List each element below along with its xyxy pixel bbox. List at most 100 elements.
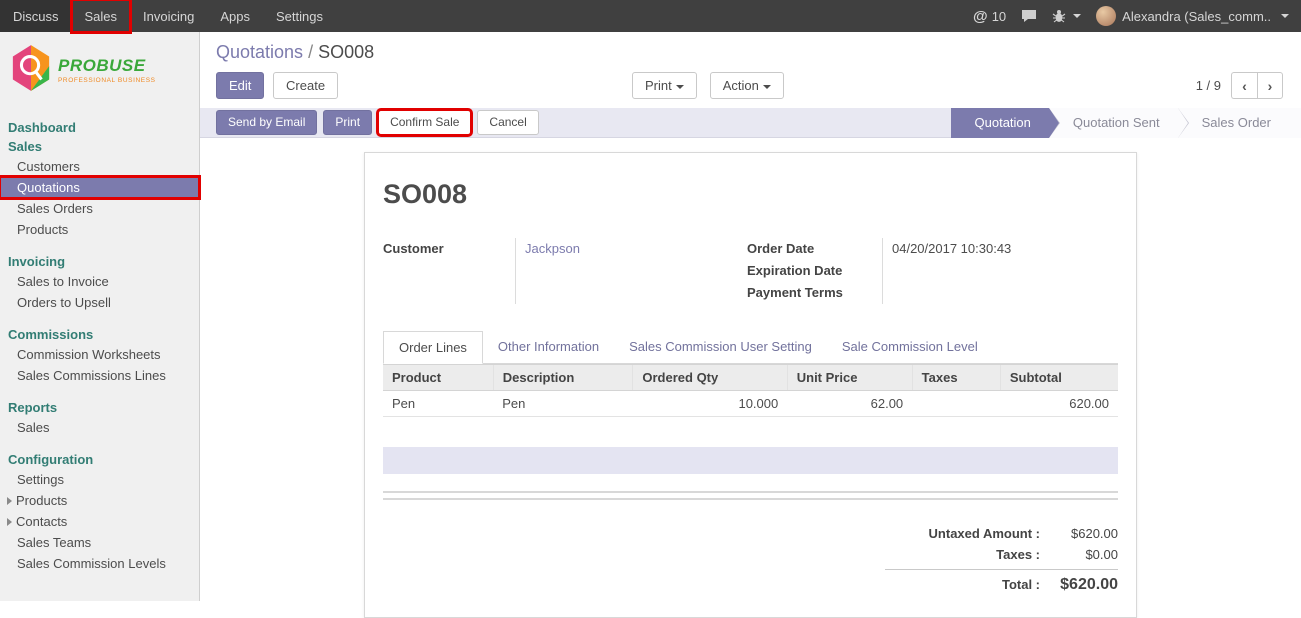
column-header-unit-price[interactable]: Unit Price [787, 365, 912, 391]
sidebar-item-reports-sales[interactable]: Sales [0, 417, 199, 438]
column-header-taxes[interactable]: Taxes [912, 365, 1000, 391]
order-lines-table: Product Description Ordered Qty Unit Pri… [383, 364, 1118, 417]
topbar-item-sales[interactable]: Sales [72, 0, 131, 32]
caret-down-icon [763, 85, 771, 89]
sidebar-section-commissions[interactable]: Commissions [0, 325, 199, 344]
app-logo: PROBUSE PROFESSIONAL BUSINESS [0, 32, 199, 104]
logo-icon [10, 45, 52, 94]
activities-menu[interactable]: @ 10 [973, 8, 1006, 25]
main-panel: Quotations/SO008 Edit Create Print Actio… [200, 32, 1301, 601]
sidebar-item-label: Products [16, 493, 67, 508]
pager-buttons: ‹ › [1231, 72, 1283, 99]
caret-down-icon [1281, 14, 1289, 18]
section-band [383, 447, 1118, 474]
status-pipeline: Quotation Quotation Sent Sales Order [951, 108, 1301, 138]
print-dropdown[interactable]: Print [632, 72, 697, 99]
print-button[interactable]: Print [323, 110, 372, 135]
sidebar-section-reports[interactable]: Reports [0, 398, 199, 417]
total-label: Total : [885, 577, 1040, 592]
sidebar-item-sales-orders[interactable]: Sales Orders [0, 198, 199, 219]
sidebar-item-contacts[interactable]: Contacts [0, 511, 199, 532]
pager-next-button[interactable]: › [1257, 72, 1283, 99]
table-header-row: Product Description Ordered Qty Unit Pri… [383, 365, 1118, 391]
column-header-subtotal[interactable]: Subtotal [1000, 365, 1118, 391]
order-date-value: 04/20/2017 10:30:43 [882, 238, 1118, 260]
pager: 1 / 9 ‹ › [1196, 72, 1283, 99]
print-dropdown-label: Print [645, 78, 672, 93]
expiration-date-label: Expiration Date [747, 260, 882, 282]
sidebar-item-products[interactable]: Products [0, 219, 199, 240]
field-groups: Customer Jackpson Order Date 04/20/2017 … [383, 238, 1118, 304]
sidebar-item-sales-teams[interactable]: Sales Teams [0, 532, 199, 553]
sidebar-item-dashboard[interactable]: Dashboard [0, 118, 199, 137]
separator-line [383, 498, 1118, 500]
breadcrumb-quotations[interactable]: Quotations [216, 42, 303, 62]
table-row[interactable]: Pen Pen 10.000 62.00 620.00 [383, 391, 1118, 417]
sidebar-item-settings[interactable]: Settings [0, 469, 199, 490]
topbar-item-apps[interactable]: Apps [207, 0, 263, 32]
tab-order-lines[interactable]: Order Lines [383, 331, 483, 364]
topbar-item-invoicing[interactable]: Invoicing [130, 0, 207, 32]
quotation-sheet: SO008 Customer Jackpson Order Date 04/20… [364, 152, 1137, 618]
chevron-right-icon [7, 497, 12, 505]
content-area: SO008 Customer Jackpson Order Date 04/20… [200, 138, 1301, 618]
status-step-quotation[interactable]: Quotation [951, 108, 1049, 138]
breadcrumb-separator: / [308, 42, 313, 62]
activities-icon: @ [973, 8, 988, 25]
sidebar-section-sales[interactable]: Sales [0, 137, 199, 156]
cell-ordered-qty: 10.000 [633, 391, 787, 417]
sidebar-item-orders-to-upsell[interactable]: Orders to Upsell [0, 292, 199, 313]
pager-previous-button[interactable]: ‹ [1231, 72, 1257, 99]
sidebar-section-invoicing[interactable]: Invoicing [0, 252, 199, 271]
sidebar-item-customers[interactable]: Customers [0, 156, 199, 177]
create-button[interactable]: Create [273, 72, 338, 99]
sidebar-item-sales-commission-levels[interactable]: Sales Commission Levels [0, 553, 199, 574]
sidebar-item-sales-commissions-lines[interactable]: Sales Commissions Lines [0, 365, 199, 386]
avatar [1096, 6, 1116, 26]
logo-text: PROBUSE PROFESSIONAL BUSINESS [58, 56, 156, 84]
sidebar-item-products-config[interactable]: Products [0, 490, 199, 511]
taxes-total-value: $0.00 [1040, 547, 1118, 562]
cell-unit-price: 62.00 [787, 391, 912, 417]
sidebar-item-quotations[interactable]: Quotations [0, 177, 199, 198]
user-name: Alexandra (Sales_comm.. [1122, 9, 1271, 24]
cell-description: Pen [493, 391, 633, 417]
tab-sale-commission-level[interactable]: Sale Commission Level [827, 331, 993, 364]
untaxed-amount-value: $620.00 [1040, 526, 1118, 541]
payment-terms-value [882, 282, 1118, 304]
logo-subtitle: PROFESSIONAL BUSINESS [58, 77, 156, 84]
caret-down-icon [1073, 14, 1081, 18]
customer-link[interactable]: Jackpson [525, 241, 580, 256]
messages-icon[interactable] [1021, 9, 1037, 23]
send-by-email-button[interactable]: Send by Email [216, 110, 317, 135]
total-value: $620.00 [1040, 576, 1118, 594]
sidebar-section-configuration[interactable]: Configuration [0, 450, 199, 469]
control-panel: Quotations/SO008 Edit Create Print Actio… [200, 32, 1301, 100]
cell-product[interactable]: Pen [383, 391, 493, 417]
tab-sales-commission-user-setting[interactable]: Sales Commission User Setting [614, 331, 827, 364]
column-header-ordered-qty[interactable]: Ordered Qty [633, 365, 787, 391]
sidebar-item-commission-worksheets[interactable]: Commission Worksheets [0, 344, 199, 365]
sidebar-item-sales-to-invoice[interactable]: Sales to Invoice [0, 271, 199, 292]
status-step-quotation-sent[interactable]: Quotation Sent [1049, 108, 1178, 138]
sidebar-item-label: Contacts [16, 514, 67, 529]
debug-icon[interactable] [1052, 9, 1081, 23]
column-header-product[interactable]: Product [383, 365, 493, 391]
topbar-item-discuss[interactable]: Discuss [0, 0, 72, 32]
edit-button[interactable]: Edit [216, 72, 264, 99]
confirm-sale-button[interactable]: Confirm Sale [378, 110, 471, 135]
activities-count: 10 [992, 9, 1006, 24]
status-step-sales-order[interactable]: Sales Order [1178, 108, 1301, 138]
sidebar: PROBUSE PROFESSIONAL BUSINESS Dashboard … [0, 32, 200, 601]
separator-line [383, 491, 1118, 493]
column-header-description[interactable]: Description [493, 365, 633, 391]
topbar-right: @ 10 Alexandra (Sales_comm.. [973, 0, 1301, 32]
statusbar: Send by Email Print Confirm Sale Cancel … [200, 108, 1301, 138]
user-menu[interactable]: Alexandra (Sales_comm.. [1096, 6, 1289, 26]
cell-taxes [912, 391, 1000, 417]
tab-other-information[interactable]: Other Information [483, 331, 614, 364]
customer-label: Customer [383, 238, 515, 304]
cancel-button[interactable]: Cancel [477, 110, 538, 135]
topbar-item-settings[interactable]: Settings [263, 0, 336, 32]
action-dropdown[interactable]: Action [710, 72, 784, 99]
